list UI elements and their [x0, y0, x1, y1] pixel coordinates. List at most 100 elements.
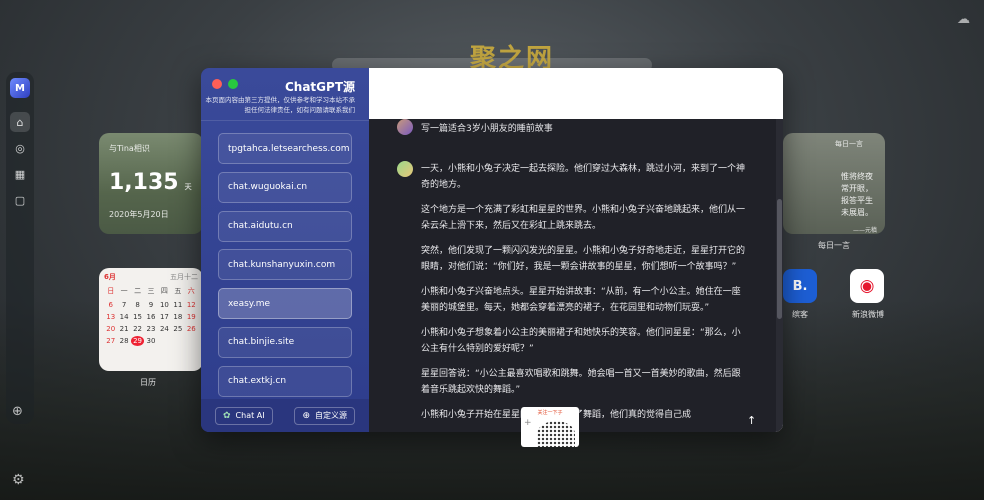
quote-label: 每日一言: [818, 241, 850, 250]
promo-title: 关注一下子: [537, 410, 563, 416]
chat-scrollbar[interactable]: [776, 119, 783, 432]
calendar-day[interactable]: 26: [185, 324, 198, 334]
close-window-button[interactable]: [212, 79, 222, 89]
quote-header: 每日一言: [835, 140, 863, 148]
anniversary-count: 1,135 天: [109, 170, 192, 195]
calendar-day[interactable]: 6: [104, 300, 117, 310]
calendar-day[interactable]: 17: [158, 312, 171, 322]
source-item[interactable]: xeasy.me: [218, 288, 352, 320]
chat-topbar: [369, 68, 783, 119]
plus-circle-icon: ⊕: [302, 410, 310, 421]
scroll-up-icon[interactable]: ↑: [747, 414, 756, 427]
calendar-day[interactable]: 12: [185, 300, 198, 310]
calendar-day[interactable]: 13: [104, 312, 117, 322]
cloud-icon[interactable]: ☁: [957, 12, 970, 27]
calendar-day-today[interactable]: 29: [130, 336, 145, 346]
calendar-day[interactable]: 24: [158, 324, 171, 334]
calendar-label: 日历: [140, 378, 156, 387]
calendar-widget[interactable]: 6月 五月十二 日一二三四五六 6 7 8 9 10 11 12 13 14 15 16 17 18 19 2…: [99, 268, 203, 371]
gear-icon[interactable]: ⚙: [12, 472, 25, 488]
qr-code-icon: [537, 421, 575, 447]
calendar-weekday: 五: [174, 287, 182, 295]
calendar-weekday: 六: [187, 287, 195, 295]
anniversary-unit: 天: [184, 183, 192, 191]
source-item[interactable]: chat.kunshanyuxin.com: [218, 249, 352, 281]
scrollbar-thumb[interactable]: [777, 199, 782, 319]
calendar-day[interactable]: 25: [171, 324, 184, 334]
assistant-paragraph: 这个地方是一个充满了彩虹和星星的世界。小熊和小兔子兴奋地跳起来，他们从一朵云朵上…: [421, 205, 746, 231]
chat-ai-button[interactable]: ✿ Chat AI: [215, 406, 273, 425]
calendar-day[interactable]: 23: [144, 324, 157, 334]
assistant-avatar: [397, 161, 413, 177]
calendar-day[interactable]: 14: [117, 312, 130, 322]
calendar-day[interactable]: 15: [131, 312, 144, 322]
source-item[interactable]: chat.binjie.site: [218, 326, 352, 358]
add-icon[interactable]: ⊕: [12, 404, 23, 419]
compass-icon[interactable]: ◎: [10, 138, 30, 158]
calendar-day[interactable]: 11: [171, 300, 184, 310]
booking-app-icon[interactable]: B.: [783, 269, 817, 303]
source-item[interactable]: chat.aidutu.cn: [218, 210, 352, 242]
window-title: ChatGPT源: [284, 80, 355, 94]
calendar-day[interactable]: 21: [117, 324, 130, 334]
weibo-app-icon[interactable]: ◉: [850, 269, 884, 303]
app-logo-icon[interactable]: M: [10, 78, 30, 98]
calendar-day[interactable]: 18: [171, 312, 184, 322]
weibo-app-label: 新浪微博: [852, 310, 884, 319]
maximize-window-button[interactable]: [228, 79, 238, 89]
bookmark-icon[interactable]: ▢: [10, 190, 30, 210]
calendar-day[interactable]: 7: [117, 300, 130, 310]
anniversary-widget[interactable]: 与Tina相识 1,135 天 2020年5月20日: [99, 133, 203, 234]
calendar-day[interactable]: 9: [144, 300, 157, 310]
calendar-weekday: 二: [134, 287, 142, 295]
booking-app-label: 缤客: [792, 310, 808, 319]
source-item[interactable]: tpgtahca.letsearchess.com: [218, 133, 352, 164]
calendar-day[interactable]: 16: [144, 312, 157, 322]
user-avatar: [397, 119, 413, 135]
calendar-day: [171, 336, 184, 346]
assistant-paragraph: 小熊和小兔子兴奋地点头。星星开始讲故事：“从前，有一个小公主。她住在一座美丽的城…: [421, 287, 741, 313]
openai-icon: ✿: [223, 410, 231, 421]
custom-source-label: 自定义源: [315, 411, 347, 420]
source-sidebar: ChatGPT源 本页面内容由第三方提供，仅供参考和学习本站不承担任何法律责任，…: [201, 68, 369, 432]
plus-icon: +: [524, 418, 532, 428]
calendar-icon[interactable]: ▦: [10, 164, 30, 184]
calendar-weekday: 三: [147, 287, 155, 295]
calendar-day: [158, 336, 171, 346]
home-icon[interactable]: ⌂: [10, 112, 30, 132]
source-item[interactable]: chat.wuguokai.cn: [218, 171, 352, 203]
calendar-month: 6月: [104, 273, 116, 281]
user-message-text: 写一篇适合3岁小朋友的睡前故事: [421, 123, 553, 134]
anniversary-title: 与Tina相识: [109, 144, 150, 153]
daily-quote-widget[interactable]: 每日一言 惟将终夜常开眼，报答平生未展眉。 ——元稹: [783, 133, 885, 234]
calendar-day[interactable]: 30: [144, 336, 157, 346]
calendar-grid: 日一二三四五六 6 7 8 9 10 11 12 13 14 15 16 17 18 19 20 21 22 23 2…: [104, 286, 198, 346]
quote-author: ——元稹: [852, 227, 877, 234]
divider: [201, 120, 369, 121]
source-item[interactable]: chat.extkj.cn: [218, 365, 352, 397]
assistant-paragraph: 小熊和小兔子开始在星星的引导下跳起了舞蹈，他们真的觉得自己成: [421, 407, 747, 423]
quote-text: 惟将终夜常开眼，报答平生未展眉。: [841, 172, 873, 217]
calendar-day[interactable]: 22: [131, 324, 144, 334]
disclaimer-text: 本页面内容由第三方提供，仅供参考和学习本站不承担任何法律责任，如有问题请联系我们: [205, 96, 356, 114]
calendar-day[interactable]: 28: [117, 336, 130, 346]
promo-qr-card[interactable]: 关注一下子 +: [521, 407, 579, 447]
calendar-day[interactable]: 19: [185, 312, 198, 322]
assistant-paragraph: 突然，他们发现了一颗闪闪发光的星星。小熊和小兔子好奇地走近，星星打开它的眼睛，对…: [421, 246, 746, 272]
chat-ai-label: Chat AI: [235, 411, 265, 420]
calendar-lunar-date: 五月十二: [170, 273, 198, 281]
calendar-weekday: 日: [107, 287, 115, 295]
custom-source-button[interactable]: ⊕ 自定义源: [294, 406, 355, 425]
chatgpt-window: ChatGPT源 本页面内容由第三方提供，仅供参考和学习本站不承担任何法律责任，…: [201, 68, 783, 432]
chat-area[interactable]: 写一篇适合3岁小朋友的睡前故事 一天，小熊和小兔子决定一起去探险。他们穿过大森林…: [369, 119, 776, 432]
assistant-message: 一天，小熊和小兔子决定一起去探险。他们穿过大森林，跳过小河，来到了一个神奇的地方…: [397, 161, 747, 432]
calendar-weekday: 一: [120, 287, 128, 295]
user-message: 写一篇适合3岁小朋友的睡前故事: [397, 119, 553, 135]
calendar-day[interactable]: 20: [104, 324, 117, 334]
calendar-day[interactable]: 27: [104, 336, 117, 346]
calendar-day[interactable]: 8: [131, 300, 144, 310]
source-list: tpgtahca.letsearchess.com chat.wuguokai.c…: [218, 133, 352, 405]
assistant-paragraph: 小熊和小兔子想象着小公主的美丽裙子和她快乐的笑容。他们问星星：“那么，小公主有什…: [421, 328, 741, 354]
calendar-weekday: 四: [160, 287, 168, 295]
calendar-day[interactable]: 10: [158, 300, 171, 310]
